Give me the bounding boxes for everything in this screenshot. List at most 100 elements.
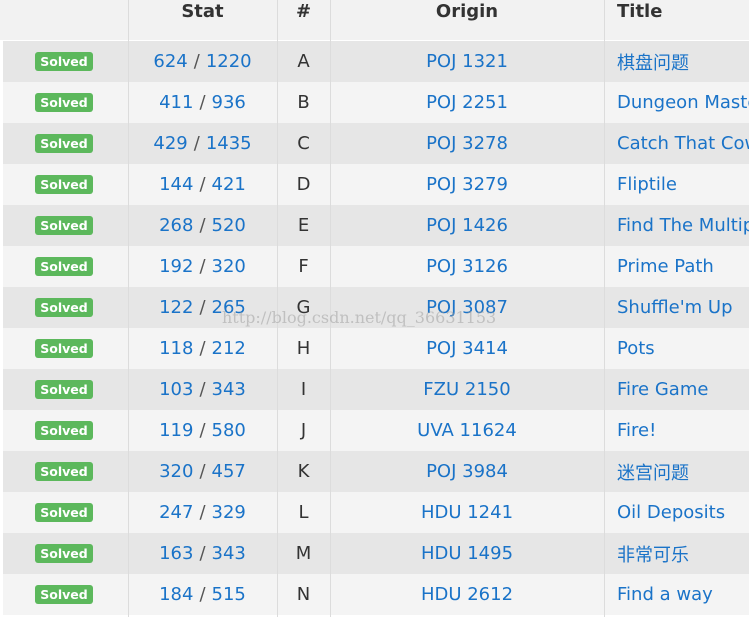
problem-title-link[interactable]: Oil Deposits [617, 502, 725, 523]
origin-link[interactable]: HDU 1241 [421, 502, 513, 523]
problem-number: M [295, 543, 312, 564]
problem-title-link[interactable]: Prime Path [617, 256, 714, 277]
stat-separator: / [199, 174, 206, 195]
table-row: Solved 411 / 936 B POJ 2251 Dungeon Master [0, 82, 749, 123]
solved-count-link[interactable]: 103 [159, 379, 193, 400]
submitted-count-link[interactable]: 515 [212, 584, 246, 605]
solved-count-link[interactable]: 184 [159, 584, 193, 605]
title-cell: Pots [604, 328, 749, 369]
title-cell: Prime Path [604, 246, 749, 287]
header-stat[interactable]: Stat [128, 0, 277, 40]
problem-title-link[interactable]: Pots [617, 338, 655, 359]
header-status [0, 0, 128, 40]
origin-link[interactable]: POJ 1426 [426, 215, 508, 236]
title-cell: 迷宫问题 [604, 451, 749, 492]
problem-table: Stat # Origin Title Solved 624/1220 A POJ 1… [0, 0, 749, 617]
table-row: Solved 144 / 421 D POJ 3279 Fliptile [0, 164, 749, 205]
origin-link[interactable]: HDU 1495 [421, 543, 513, 564]
origin-link[interactable]: UVA 11624 [417, 420, 517, 441]
problem-title-link[interactable]: Fire! [617, 420, 656, 441]
table-row: Solved 320 / 457 K POJ 3984 迷宫问题 [0, 451, 749, 492]
stat-separator: / [199, 338, 206, 359]
problem-number: J [300, 420, 307, 441]
title-cell: Find a way [604, 574, 749, 615]
status-cell: Solved [0, 287, 128, 328]
stat-separator: / [199, 543, 206, 564]
problem-title-link[interactable]: Dungeon Master [617, 92, 749, 113]
origin-link[interactable]: FZU 2150 [423, 379, 510, 400]
origin-cell: POJ 3984 [330, 451, 604, 492]
problem-title-link[interactable]: Find The Multiple [617, 215, 749, 236]
submitted-count-link[interactable]: 320 [212, 256, 246, 277]
solved-count-link[interactable]: 247 [159, 502, 193, 523]
solved-count-link[interactable]: 192 [159, 256, 193, 277]
problem-title-link[interactable]: Fliptile [617, 174, 677, 195]
status-cell: Solved [0, 205, 128, 246]
origin-link[interactable]: POJ 3087 [426, 297, 508, 318]
status-cell: Solved [0, 82, 128, 123]
origin-link[interactable]: HDU 2612 [421, 584, 513, 605]
title-cell: Shuffle'm Up [604, 287, 749, 328]
column-divider [128, 0, 129, 617]
submitted-count-link[interactable]: 343 [212, 379, 246, 400]
status-cell: Solved [0, 328, 128, 369]
stat-separator: / [199, 297, 206, 318]
header-num[interactable]: # [277, 0, 330, 40]
solved-count-link[interactable]: 429 [153, 133, 187, 154]
submitted-count-link[interactable]: 212 [212, 338, 246, 359]
status-badge: Solved [35, 175, 93, 194]
stat-separator: / [199, 256, 206, 277]
status-badge: Solved [35, 93, 93, 112]
header-title[interactable]: Title [604, 0, 749, 40]
origin-link[interactable]: POJ 3279 [426, 174, 508, 195]
solved-count-link[interactable]: 411 [159, 92, 193, 113]
column-divider [330, 0, 331, 617]
header-origin[interactable]: Origin [330, 0, 604, 40]
origin-link[interactable]: POJ 3126 [426, 256, 508, 277]
status-cell: Solved [0, 41, 128, 82]
status-cell: Solved [0, 533, 128, 574]
submitted-count-link[interactable]: 580 [212, 420, 246, 441]
solved-count-link[interactable]: 320 [159, 461, 193, 482]
stat-separator: / [193, 51, 200, 72]
origin-link[interactable]: POJ 3414 [426, 338, 508, 359]
origin-link[interactable]: POJ 3984 [426, 461, 508, 482]
problem-title-link[interactable]: 棋盘问题 [617, 49, 689, 75]
solved-count-link[interactable]: 624 [153, 51, 187, 72]
stat-cell: 184 / 515 [128, 574, 277, 615]
origin-link[interactable]: POJ 2251 [426, 92, 508, 113]
problem-number: F [298, 256, 309, 277]
submitted-count-link[interactable]: 343 [212, 543, 246, 564]
problem-number: C [297, 133, 310, 154]
solved-count-link[interactable]: 268 [159, 215, 193, 236]
table-row: Solved 163 / 343 M HDU 1495 非常可乐 [0, 533, 749, 574]
origin-cell: POJ 2251 [330, 82, 604, 123]
table-row: Solved 184 / 515 N HDU 2612 Find a way [0, 574, 749, 615]
origin-cell: POJ 3279 [330, 164, 604, 205]
problem-title-link[interactable]: Catch That Cow [617, 133, 749, 154]
problem-title-link[interactable]: Shuffle'm Up [617, 297, 733, 318]
problem-number: K [297, 461, 310, 482]
submitted-count-link[interactable]: 329 [212, 502, 246, 523]
solved-count-link[interactable]: 144 [159, 174, 193, 195]
submitted-count-link[interactable]: 1220 [206, 51, 252, 72]
column-divider [277, 0, 278, 617]
title-cell: Fire! [604, 410, 749, 451]
solved-count-link[interactable]: 122 [159, 297, 193, 318]
solved-count-link[interactable]: 119 [159, 420, 193, 441]
origin-link[interactable]: POJ 1321 [426, 51, 508, 72]
submitted-count-link[interactable]: 936 [212, 92, 246, 113]
problem-title-link[interactable]: Find a way [617, 584, 713, 605]
solved-count-link[interactable]: 163 [159, 543, 193, 564]
submitted-count-link[interactable]: 421 [212, 174, 246, 195]
origin-link[interactable]: POJ 3278 [426, 133, 508, 154]
submitted-count-link[interactable]: 1435 [206, 133, 252, 154]
submitted-count-link[interactable]: 520 [212, 215, 246, 236]
submitted-count-link[interactable]: 457 [212, 461, 246, 482]
problem-title-link[interactable]: 非常可乐 [617, 541, 689, 567]
solved-count-link[interactable]: 118 [159, 338, 193, 359]
problem-number: G [296, 297, 311, 318]
problem-title-link[interactable]: 迷宫问题 [617, 459, 689, 485]
submitted-count-link[interactable]: 265 [212, 297, 246, 318]
problem-title-link[interactable]: Fire Game [617, 379, 708, 400]
